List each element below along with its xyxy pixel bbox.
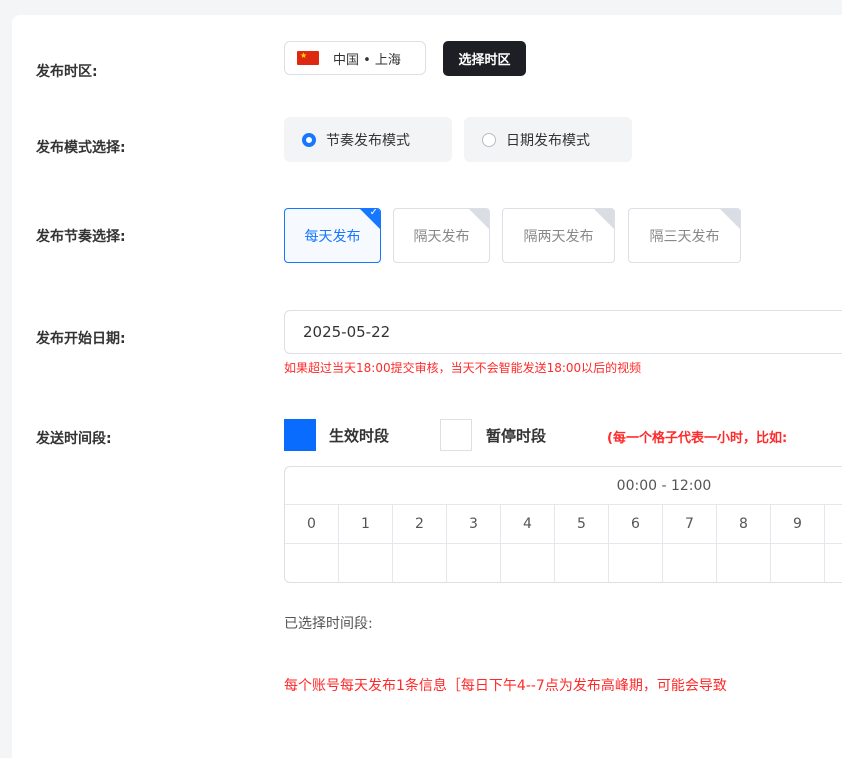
time-slot-cell[interactable] [609,544,663,582]
rhythm-option-every-three-days[interactable]: 隔三天发布 [628,208,741,263]
range-header-text: 00:00 - 12:00 [616,477,712,494]
time-slot-cell[interactable] [501,544,555,582]
hour-header-cell: 5 [555,505,609,544]
rhythm-option-label: 隔三天发布 [649,228,720,245]
hour-header-cell: 1 [339,505,393,544]
legend-active-swatch [284,419,316,451]
corner-icon [469,209,489,229]
hour-header-cell: 4 [501,505,555,544]
start-date-label: 发布开始日期: [36,331,126,347]
timezone-display: ★ 中国 • 上海 [284,41,426,75]
radio-selected-icon [302,132,316,147]
mode-label: 发布模式选择: [36,140,126,156]
mode-option-date[interactable]: 日期发布模式 [464,117,632,162]
rhythm-label: 发布节奏选择: [36,229,126,245]
rhythm-option-every-two-days[interactable]: 隔两天发布 [502,208,615,263]
start-date-input[interactable]: 2025-05-22 [284,310,842,354]
time-slot-cell[interactable] [285,544,339,582]
time-slot-cell[interactable] [555,544,609,582]
legend-paused-swatch [440,419,472,451]
time-slot-cell[interactable] [339,544,393,582]
rhythm-option-every-other-day[interactable]: 隔天发布 [393,208,490,263]
time-slot-grid: 00:00 - 12:00 01234567891011 [284,466,842,583]
legend-paused-label: 暂停时段 [486,427,547,445]
timezone-value: 中国 • 上海 [333,52,401,68]
start-date-hint: 如果超过当天18:00提交审核，当天不会智能发送18:00以后的视频 [284,361,642,375]
legend-active-label: 生效时段 [329,427,390,445]
time-slot-cell[interactable] [663,544,717,582]
time-slots-label: 发送时间段: [36,431,112,447]
time-slot-cell[interactable] [771,544,825,582]
hour-header-cell: 2 [393,505,447,544]
mode-option-label: 节奏发布模式 [326,132,410,149]
hour-header-cell: 10 [825,505,842,544]
rhythm-option-daily[interactable]: ✓ 每天发布 [284,208,381,263]
time-slot-cell[interactable] [393,544,447,582]
hour-header-cell: 0 [285,505,339,544]
hour-header-cell: 9 [771,505,825,544]
corner-icon [720,209,740,229]
rhythm-option-label: 隔天发布 [413,228,470,245]
hour-header-cell: 7 [663,505,717,544]
corner-icon [594,209,614,229]
mode-option-label: 日期发布模式 [506,132,590,149]
publishing-note: 每个账号每天发布1条信息［每日下午4--7点为发布高峰期，可能会导致 [284,678,727,694]
time-slot-cell[interactable] [447,544,501,582]
slots-row [285,544,842,582]
time-slot-cell[interactable] [717,544,771,582]
check-icon: ✓ [369,208,378,218]
hours-row: 01234567891011 [285,505,842,544]
rhythm-option-label: 每天发布 [304,228,361,245]
selected-time-label: 已选择时间段: [284,616,373,632]
select-timezone-button[interactable]: 选择时区 [443,41,526,76]
hour-header-cell: 3 [447,505,501,544]
timezone-label: 发布时区: [36,64,98,80]
hour-header-cell: 6 [609,505,663,544]
legend-note: (每一个格子代表一小时，比如: [607,431,788,446]
rhythm-option-label: 隔两天发布 [523,228,594,245]
grid-range-header: 00:00 - 12:00 [285,467,842,505]
china-flag-icon: ★ [297,51,319,65]
mode-option-rhythm[interactable]: 节奏发布模式 [284,117,452,162]
time-slot-cell[interactable] [825,544,842,582]
radio-unselected-icon [482,132,496,147]
hour-header-cell: 8 [717,505,771,544]
